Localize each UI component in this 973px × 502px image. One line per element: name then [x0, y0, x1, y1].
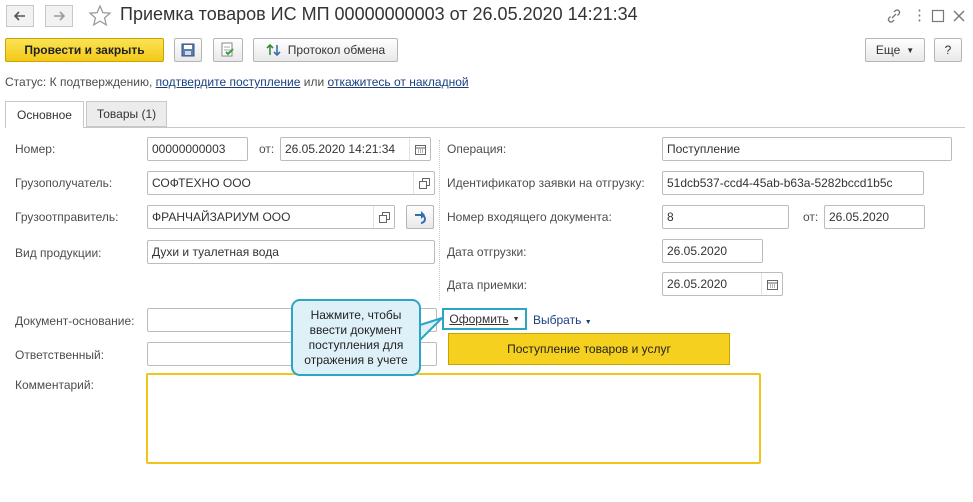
comment-label: Комментарий:: [15, 378, 94, 392]
open-icon[interactable]: [413, 172, 434, 194]
maximize-icon[interactable]: [930, 8, 946, 24]
post-and-close-button[interactable]: Провести и закрыть: [5, 38, 164, 62]
from-label: от:: [259, 142, 275, 156]
select-link[interactable]: Выбрать ▼: [533, 313, 592, 327]
shipper-goto-button[interactable]: [406, 205, 434, 229]
number-field[interactable]: 00000000003: [147, 137, 248, 161]
shipment-request-field[interactable]: 51dcb537-ccd4-45ab-b63a-5282bccd1b5c: [662, 171, 924, 195]
operation-field[interactable]: Поступление: [662, 137, 952, 161]
calendar-icon[interactable]: [761, 273, 782, 295]
status-or: или: [303, 75, 325, 89]
column-separator: [439, 140, 440, 300]
consignee-label: Грузополучатель:: [15, 176, 113, 190]
help-button[interactable]: ?: [934, 38, 962, 62]
save-button[interactable]: [174, 38, 202, 62]
ship-date-field[interactable]: 26.05.2020: [662, 239, 763, 263]
more-label: Еще: [875, 43, 901, 57]
date-value: 26.05.2020 14:21:34: [285, 142, 396, 156]
link-icon[interactable]: [886, 8, 902, 24]
exchange-protocol-button[interactable]: Протокол обмена: [253, 38, 398, 62]
back-button[interactable]: [6, 5, 34, 27]
shipper-label: Грузоотправитель:: [15, 210, 119, 224]
forward-button[interactable]: [45, 5, 73, 27]
calendar-icon[interactable]: [409, 138, 430, 160]
post-button[interactable]: [213, 38, 243, 62]
star-icon: [88, 4, 112, 27]
base-doc-label: Документ-основание:: [15, 314, 135, 328]
incoming-date-field[interactable]: 26.05.2020: [824, 205, 925, 229]
window-title: Приемка товаров ИС МП 00000000003 от 26.…: [120, 4, 638, 24]
status-prefix: Статус:: [5, 75, 47, 89]
number-label: Номер:: [15, 142, 56, 156]
consignee-field[interactable]: СОФТЕХНО ООО: [147, 171, 435, 195]
more-button[interactable]: Еще ▼: [865, 38, 925, 62]
responsible-label: Ответственный:: [15, 348, 105, 362]
accept-date-field[interactable]: 26.05.2020: [662, 272, 783, 296]
date-field[interactable]: 26.05.2020 14:21:34: [280, 137, 431, 161]
curved-arrow-icon: [415, 211, 426, 224]
status-text: К подтверждению,: [49, 75, 153, 89]
tab-divider: [5, 127, 965, 128]
shipper-field[interactable]: ФРАНЧАЙЗАРИУМ ООО: [147, 205, 395, 229]
accept-date-value: 26.05.2020: [667, 277, 728, 291]
shipment-request-label: Идентификатор заявки на отгрузку:: [447, 176, 645, 190]
select-link-label: Выбрать: [533, 313, 582, 327]
save-icon: [181, 43, 195, 57]
close-icon[interactable]: [951, 8, 967, 24]
tab-main[interactable]: Основное: [5, 101, 84, 128]
incoming-from-label: от:: [803, 210, 819, 224]
tooltip: Нажмите, чтобы ввести документ поступлен…: [291, 299, 421, 376]
tab-goods[interactable]: Товары (1): [86, 101, 167, 127]
confirm-receipt-link[interactable]: подтвердите поступление: [156, 75, 301, 89]
dropdown-arrow-icon: ▼: [512, 315, 520, 323]
product-type-label: Вид продукции:: [15, 246, 102, 260]
incoming-doc-field[interactable]: 8: [662, 205, 789, 229]
consignee-value: СОФТЕХНО ООО: [152, 176, 251, 190]
exchange-protocol-label: Протокол обмена: [287, 43, 386, 57]
accept-date-label: Дата приемки:: [447, 278, 527, 292]
shipper-value: ФРАНЧАЙЗАРИУМ ООО: [152, 210, 291, 224]
favorite-star-button[interactable]: [88, 4, 112, 28]
arrow-right-icon: [54, 11, 65, 21]
dropdown-arrow-icon: ▼: [906, 45, 915, 55]
product-type-field[interactable]: Духи и туалетная вода: [147, 240, 435, 264]
dropdown-arrow-icon: ▼: [584, 319, 592, 326]
operation-label: Операция:: [447, 142, 507, 156]
reject-invoice-link[interactable]: откажитесь от накладной: [328, 75, 469, 89]
exchange-icon: [266, 43, 281, 57]
arrow-left-icon: [14, 11, 25, 21]
ship-date-label: Дата отгрузки:: [447, 245, 527, 259]
status-line: Статус: К подтверждению, подтвердите пос…: [5, 75, 469, 89]
menu-item-receipt-goods-services[interactable]: Поступление товаров и услуг: [448, 333, 730, 365]
post-document-icon: [221, 42, 234, 57]
open-icon[interactable]: [373, 206, 394, 228]
incoming-doc-label: Номер входящего документа:: [447, 210, 612, 224]
menu-dots-icon[interactable]: ⋮: [912, 8, 928, 24]
